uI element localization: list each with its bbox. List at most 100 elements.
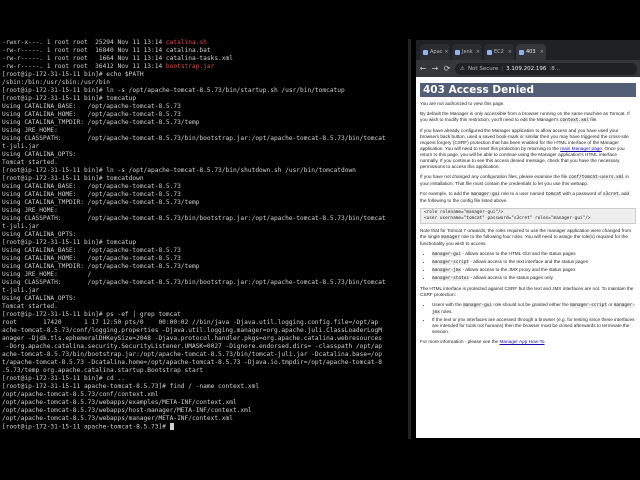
browser-tab[interactable]: 403 ×	[516, 44, 546, 60]
browser-tab[interactable]: Apac ×	[420, 44, 450, 60]
terminal-text: [root@ip-172-31-15-11 bin]# tomcatup	[2, 95, 137, 102]
terminal-text: t-juli.jar	[2, 223, 40, 230]
terminal-cursor	[169, 423, 174, 430]
warning-icon[interactable]: ⚠	[460, 66, 465, 72]
terminal-text: ache-tomcat-8.5.73/conf/logging.properti…	[2, 327, 382, 334]
terminal-text: Using CATALINA_OPTS:	[2, 151, 77, 158]
paragraph-csrf-protection: The HTML interface is protected against …	[420, 286, 636, 298]
list-item: manager-status - allows access to the st…	[432, 275, 636, 282]
terminal-text: Using JRE_HOME: /	[2, 127, 92, 134]
terminal-line: Using CATALINA_HOME: /opt/apache-tomcat-…	[0, 255, 410, 263]
tab-label: EC2	[494, 49, 504, 55]
terminal-line: Using CATALINA_HOME: /opt/apache-tomcat-…	[0, 111, 410, 119]
terminal-scrollbar[interactable]	[408, 39, 411, 439]
favicon-icon	[423, 49, 428, 55]
terminal-text: Using CATALINA_HOME: /opt/apache-tomcat-…	[2, 111, 181, 118]
terminal-line: /opt/apache-tomcat-8.5.73/conf/context.x…	[0, 391, 410, 399]
paragraph-config-files: If you have not changed any configuratio…	[420, 174, 636, 187]
main-manager-link[interactable]: main Manager page	[560, 146, 602, 151]
terminal-line: /sbin:/bin:/usr/sbin:/usr/bin	[0, 79, 410, 87]
terminal-text: t-juli.jar	[2, 143, 40, 150]
terminal-text: t/apache-tomcat-8.5.73 -Dcatalina.home=/…	[2, 359, 382, 366]
text: or	[607, 302, 614, 307]
code-role: manager-script	[432, 260, 470, 265]
terminal-text: Using CATALINA_OPTS:	[2, 231, 77, 238]
forward-arrow-icon[interactable]: →	[431, 64, 439, 73]
list-item: manager-jmx - allows access to the JMX p…	[432, 267, 636, 274]
text: - allows access to the status pages only	[469, 275, 553, 280]
terminal-line: Using JRE_HOME: /	[0, 271, 410, 279]
text: file.	[588, 117, 598, 122]
terminal-text: [root@ip-172-31-15-11 apache-tomcat-8.5.…	[2, 383, 260, 390]
terminal-line: -rw-r-----. 1 root root 16840 Nov 11 13:…	[0, 47, 410, 55]
terminal-line: Using CATALINA_BASE: /opt/apache-tomcat-…	[0, 103, 410, 111]
terminal-line: [root@ip-172-31-15-11 bin]# tomcatdown	[0, 175, 410, 183]
back-arrow-icon[interactable]: ←	[419, 64, 427, 73]
text: role should not be granted either the	[492, 302, 570, 307]
terminal-line: Using JRE_HOME: /	[0, 127, 410, 135]
terminal-text: [root@ip-172-31-15-11 bin]# ps -ef | gre…	[2, 311, 181, 318]
terminal-line: [root@ip-172-31-15-11 apache-tomcat-8.5.…	[0, 423, 410, 431]
howto-link[interactable]: Manager App How-To	[499, 339, 544, 344]
address-path: :8...	[549, 65, 560, 72]
browser-tab[interactable]: Jenk ×	[452, 44, 482, 60]
terminal-text: [root@ip-172-31-15-11 bin]# echo $PATH	[2, 71, 144, 78]
terminal-line: Using CLASSPATH: /opt/apache-tomcat-8.5.…	[0, 279, 410, 287]
paragraph-default-access: By default the Manager is only accessibl…	[420, 111, 636, 124]
close-icon[interactable]: ×	[476, 49, 480, 55]
terminal-line: t-juli.jar	[0, 287, 410, 295]
reload-icon[interactable]: ⟳	[443, 64, 451, 73]
terminal-text: Using CLASSPATH: /opt/apache-tomcat-8.5.…	[2, 279, 386, 286]
text: By default the Manager is only accessibl…	[420, 111, 630, 122]
code-tomcat-users: conf/tomcat-users.xml	[568, 175, 625, 180]
terminal-line: Tomcat started.	[0, 159, 410, 167]
terminal-text: /opt/apache-tomcat-8.5.73/webapps/host-m…	[2, 407, 252, 414]
close-icon[interactable]: ×	[444, 49, 448, 55]
terminal-text: Using CATALINA_TMPDIR: /opt/apache-tomca…	[2, 119, 200, 126]
terminal-text: [root@ip-172-31-15-11 bin]# ln -s /opt/a…	[2, 167, 356, 174]
terminal-text: Using CATALINA_TMPDIR: /opt/apache-tomca…	[2, 199, 200, 206]
terminal-line: -Dorg.apache.catalina.security.SecurityL…	[0, 343, 410, 351]
terminal-text: root 17420 1 17 12:50 pts/0 00:00:02 //b…	[2, 319, 379, 326]
terminal-line: [root@ip-172-31-15-11 apache-tomcat-8.5.…	[0, 383, 410, 391]
text: For example, to add the	[420, 191, 471, 196]
terminal-line: Using CATALINA_OPTS:	[0, 295, 410, 303]
terminal-text: Using CATALINA_BASE: /opt/apache-tomcat-…	[2, 183, 181, 190]
terminal-line: [root@ip-172-31-15-11 bin]# cd ..	[0, 375, 410, 383]
roles-list: manager-gui - allows access to the HTML …	[420, 251, 636, 282]
paragraph-not-authorized: You are not authorized to view this page…	[420, 101, 636, 107]
terminal-text: Using CLASSPATH: /opt/apache-tomcat-8.5.…	[2, 135, 386, 142]
code-user: tomcat	[545, 192, 562, 197]
list-item: manager-script - allows access to the te…	[432, 259, 636, 266]
terminal-text: Using JRE_HOME: /	[2, 207, 92, 214]
terminal-text: Tomcat started.	[2, 159, 58, 166]
tab-label: Apac	[430, 49, 443, 55]
terminal-text: -rw-r-----. 1 root root 16840 Nov 11 13:…	[2, 47, 211, 54]
code-role: manager-gui	[432, 252, 462, 257]
terminal-text: ache-tomcat-8.5.73/bin/bootstrap.jar:/op…	[2, 351, 382, 358]
address-bar[interactable]: ⚠ Not Secure | 3.109.202.196 :8...	[455, 62, 637, 75]
terminal-text: Using CATALINA_TMPDIR: /opt/apache-tomca…	[2, 263, 200, 270]
terminal-window[interactable]: -rwxr-x---. 1 root root 25294 Nov 11 13:…	[0, 39, 410, 439]
list-item: If the text or jmx interfaces are access…	[432, 317, 636, 335]
browser-tab[interactable]: EC2 ×	[484, 44, 514, 60]
page-content: 403 Access Denied You are not authorized…	[416, 77, 640, 352]
terminal-line: [root@ip-172-31-15-11 bin]# ln -s /opt/a…	[0, 87, 410, 95]
terminal-line: Using CATALINA_TMPDIR: /opt/apache-tomca…	[0, 263, 410, 271]
terminal-line: ache-tomcat-8.5.73/bin/bootstrap.jar:/op…	[0, 351, 410, 359]
close-icon[interactable]: ×	[540, 49, 544, 55]
terminal-text: /opt/apache-tomcat-8.5.73/webapps/exampl…	[2, 399, 237, 406]
text: The HTML interface is protected against …	[420, 286, 634, 297]
terminal-line: root 17420 1 17 12:50 pts/0 00:00:02 //b…	[0, 319, 410, 327]
code-role: manager-status	[432, 276, 470, 281]
terminal-line: [root@ip-172-31-15-11 bin]# ln -s /opt/a…	[0, 167, 410, 175]
close-icon[interactable]: ×	[508, 49, 512, 55]
terminal-line: t-juli.jar	[0, 143, 410, 151]
code-context-xml: context.xml	[559, 118, 589, 123]
terminal-text: [root@ip-172-31-15-11 bin]# cd ..	[2, 375, 125, 382]
terminal-line: .5.73/temp org.apache.catalina.startup.B…	[0, 367, 410, 375]
terminal-text: Using CATALINA_OPTS:	[2, 295, 77, 302]
terminal-line: Using CATALINA_OPTS:	[0, 151, 410, 159]
terminal-line: Using CATALINA_TMPDIR: /opt/apache-tomca…	[0, 119, 410, 127]
terminal-line: Using CATALINA_TMPDIR: /opt/apache-tomca…	[0, 199, 410, 207]
